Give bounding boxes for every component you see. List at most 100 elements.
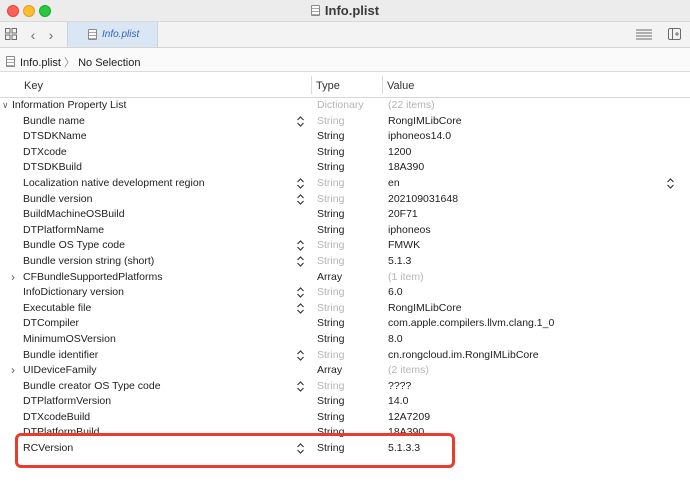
forward-chevron-icon[interactable]: › — [45, 26, 57, 44]
column-key-header[interactable]: Key — [24, 80, 43, 92]
plist-row[interactable]: DTPlatformName String iphoneos — [0, 223, 690, 239]
row-type[interactable]: String — [317, 348, 344, 364]
row-value[interactable]: 20F71 — [388, 207, 418, 223]
column-divider[interactable] — [311, 76, 312, 94]
disclosure-collapsed-icon[interactable]: › — [11, 270, 15, 286]
key-stepper-icon[interactable] — [297, 380, 304, 392]
row-key: BuildMachineOSBuild — [23, 208, 125, 221]
row-value[interactable]: 202109031648 — [388, 192, 458, 208]
title-bar: Info.plist — [0, 0, 690, 22]
key-stepper-icon[interactable] — [297, 178, 304, 189]
plist-row[interactable]: Bundle creator OS Type code String???? — [0, 379, 690, 395]
plist-row[interactable]: DTXcode String 1200 — [0, 145, 690, 161]
row-key: Bundle name — [23, 114, 85, 127]
row-key: DTSDKName — [23, 130, 87, 143]
window-title: Info.plist — [0, 3, 690, 18]
row-value[interactable]: 14.0 — [388, 394, 408, 410]
root-row[interactable]: ∨ Information Property List Dictionary (… — [0, 98, 690, 114]
row-value[interactable]: RongIMLibCore — [388, 114, 462, 130]
row-value[interactable]: 18A390 — [388, 160, 424, 176]
row-type[interactable]: String — [317, 254, 344, 270]
row-value[interactable]: FMWK — [388, 238, 420, 254]
key-stepper-icon[interactable] — [297, 287, 304, 298]
column-type-header[interactable]: Type — [316, 80, 340, 92]
row-key: DTPlatformName — [23, 223, 105, 236]
row-type[interactable]: String — [317, 394, 344, 410]
row-type[interactable]: String — [317, 223, 344, 239]
row-value[interactable]: 6.0 — [388, 285, 403, 301]
row-type[interactable]: String — [317, 285, 344, 301]
breadcrumb[interactable]: Info.plist 〉 No Selection — [6, 54, 140, 70]
plist-row[interactable]: DTXcodeBuild String 12A7209 — [0, 410, 690, 426]
row-value[interactable]: (2 items) — [388, 363, 429, 379]
plist-row[interactable]: DTPlatformVersion String 14.0 — [0, 394, 690, 410]
row-type[interactable]: String — [317, 238, 344, 254]
row-value[interactable]: en — [388, 176, 400, 192]
plist-row[interactable]: Localization native development region St… — [0, 176, 690, 192]
row-key: Bundle version — [23, 192, 93, 205]
plist-row[interactable]: BuildMachineOSBuild String 20F71 — [0, 207, 690, 223]
row-type[interactable]: String — [317, 379, 344, 395]
row-value[interactable]: 5.1.3 — [388, 254, 411, 270]
editor-options-icon[interactable] — [635, 26, 653, 44]
row-key: CFBundleSupportedPlatforms — [23, 270, 163, 283]
row-type[interactable]: String — [317, 207, 344, 223]
row-key: Executable file — [23, 301, 92, 314]
row-value[interactable]: com.apple.compilers.llvm.clang.1_0 — [388, 316, 554, 332]
back-chevron-icon[interactable]: ‹ — [27, 26, 39, 44]
key-stepper-icon[interactable] — [297, 193, 304, 205]
row-value[interactable]: (1 item) — [388, 270, 424, 286]
plist-row[interactable]: Bundle version string (short) String 5.1.3 — [0, 254, 690, 270]
plist-row[interactable]: InfoDictionary version String 6.0 — [0, 285, 690, 301]
row-type[interactable]: String — [317, 332, 344, 348]
plist-row[interactable]: Bundle version String 202109031648 — [0, 192, 690, 208]
row-type[interactable]: String — [317, 301, 344, 317]
key-stepper-icon[interactable] — [297, 240, 304, 252]
key-stepper-icon[interactable] — [297, 349, 304, 361]
row-type[interactable]: String — [317, 192, 344, 208]
row-type[interactable]: String — [317, 410, 344, 426]
row-value[interactable]: 12A7209 — [388, 410, 430, 426]
tab-info-plist[interactable]: Info.plist — [67, 22, 158, 47]
row-key: DTXcodeBuild — [23, 410, 91, 423]
row-value[interactable]: cn.rongcloud.im.RongIMLibCore — [388, 348, 539, 364]
row-value[interactable]: ???? — [388, 379, 411, 395]
plist-row[interactable]: › CFBundleSupportedPlatforms Array (1 item) — [0, 270, 690, 286]
row-type[interactable]: String — [317, 176, 344, 192]
key-stepper-icon[interactable] — [297, 302, 304, 314]
plist-row[interactable]: › UIDeviceFamily Array (2 items) — [0, 363, 690, 379]
row-key: InfoDictionary version — [23, 286, 124, 299]
disclosure-collapsed-icon[interactable]: › — [11, 363, 15, 379]
row-type[interactable]: Array — [317, 363, 342, 379]
plist-row[interactable]: Bundle name String RongIMLibCore — [0, 114, 690, 130]
row-value[interactable]: iphoneos14.0 — [388, 129, 451, 145]
jump-bar: Info.plist 〉 No Selection — [0, 48, 690, 72]
row-type[interactable]: String — [317, 114, 344, 130]
row-type[interactable]: Array — [317, 270, 342, 286]
column-header: Key Type Value — [0, 72, 690, 98]
plist-row[interactable]: Bundle OS Type code String FMWK — [0, 238, 690, 254]
row-key: DTCompiler — [23, 317, 80, 330]
row-type[interactable]: String — [317, 160, 344, 176]
plist-row[interactable]: Executable file String RongIMLibCore — [0, 301, 690, 317]
column-divider[interactable] — [382, 76, 383, 94]
plist-row[interactable]: DTCompiler String com.apple.compilers.llvm… — [0, 316, 690, 332]
plist-row[interactable]: Bundle identifier String cn.rongcloud.im.R… — [0, 348, 690, 364]
row-value[interactable]: 8.0 — [388, 332, 403, 348]
key-stepper-icon[interactable] — [297, 115, 304, 127]
plist-row[interactable]: MinimumOSVersion String 8.0 — [0, 332, 690, 348]
row-value[interactable]: iphoneos — [388, 223, 431, 239]
column-value-header[interactable]: Value — [387, 80, 414, 92]
plist-row[interactable]: DTSDKBuild String 18A390 — [0, 160, 690, 176]
grid-icon[interactable] — [4, 26, 18, 44]
value-popup-icon[interactable] — [667, 178, 674, 189]
row-value[interactable]: 1200 — [388, 145, 411, 161]
row-type[interactable]: String — [317, 145, 344, 161]
disclosure-expanded-icon[interactable]: ∨ — [2, 98, 9, 114]
row-value[interactable]: RongIMLibCore — [388, 301, 462, 317]
row-type[interactable]: String — [317, 129, 344, 145]
key-stepper-icon[interactable] — [297, 256, 304, 267]
row-type[interactable]: String — [317, 316, 344, 332]
add-editor-icon[interactable] — [667, 26, 681, 44]
plist-row[interactable]: DTSDKName String iphoneos14.0 — [0, 129, 690, 145]
